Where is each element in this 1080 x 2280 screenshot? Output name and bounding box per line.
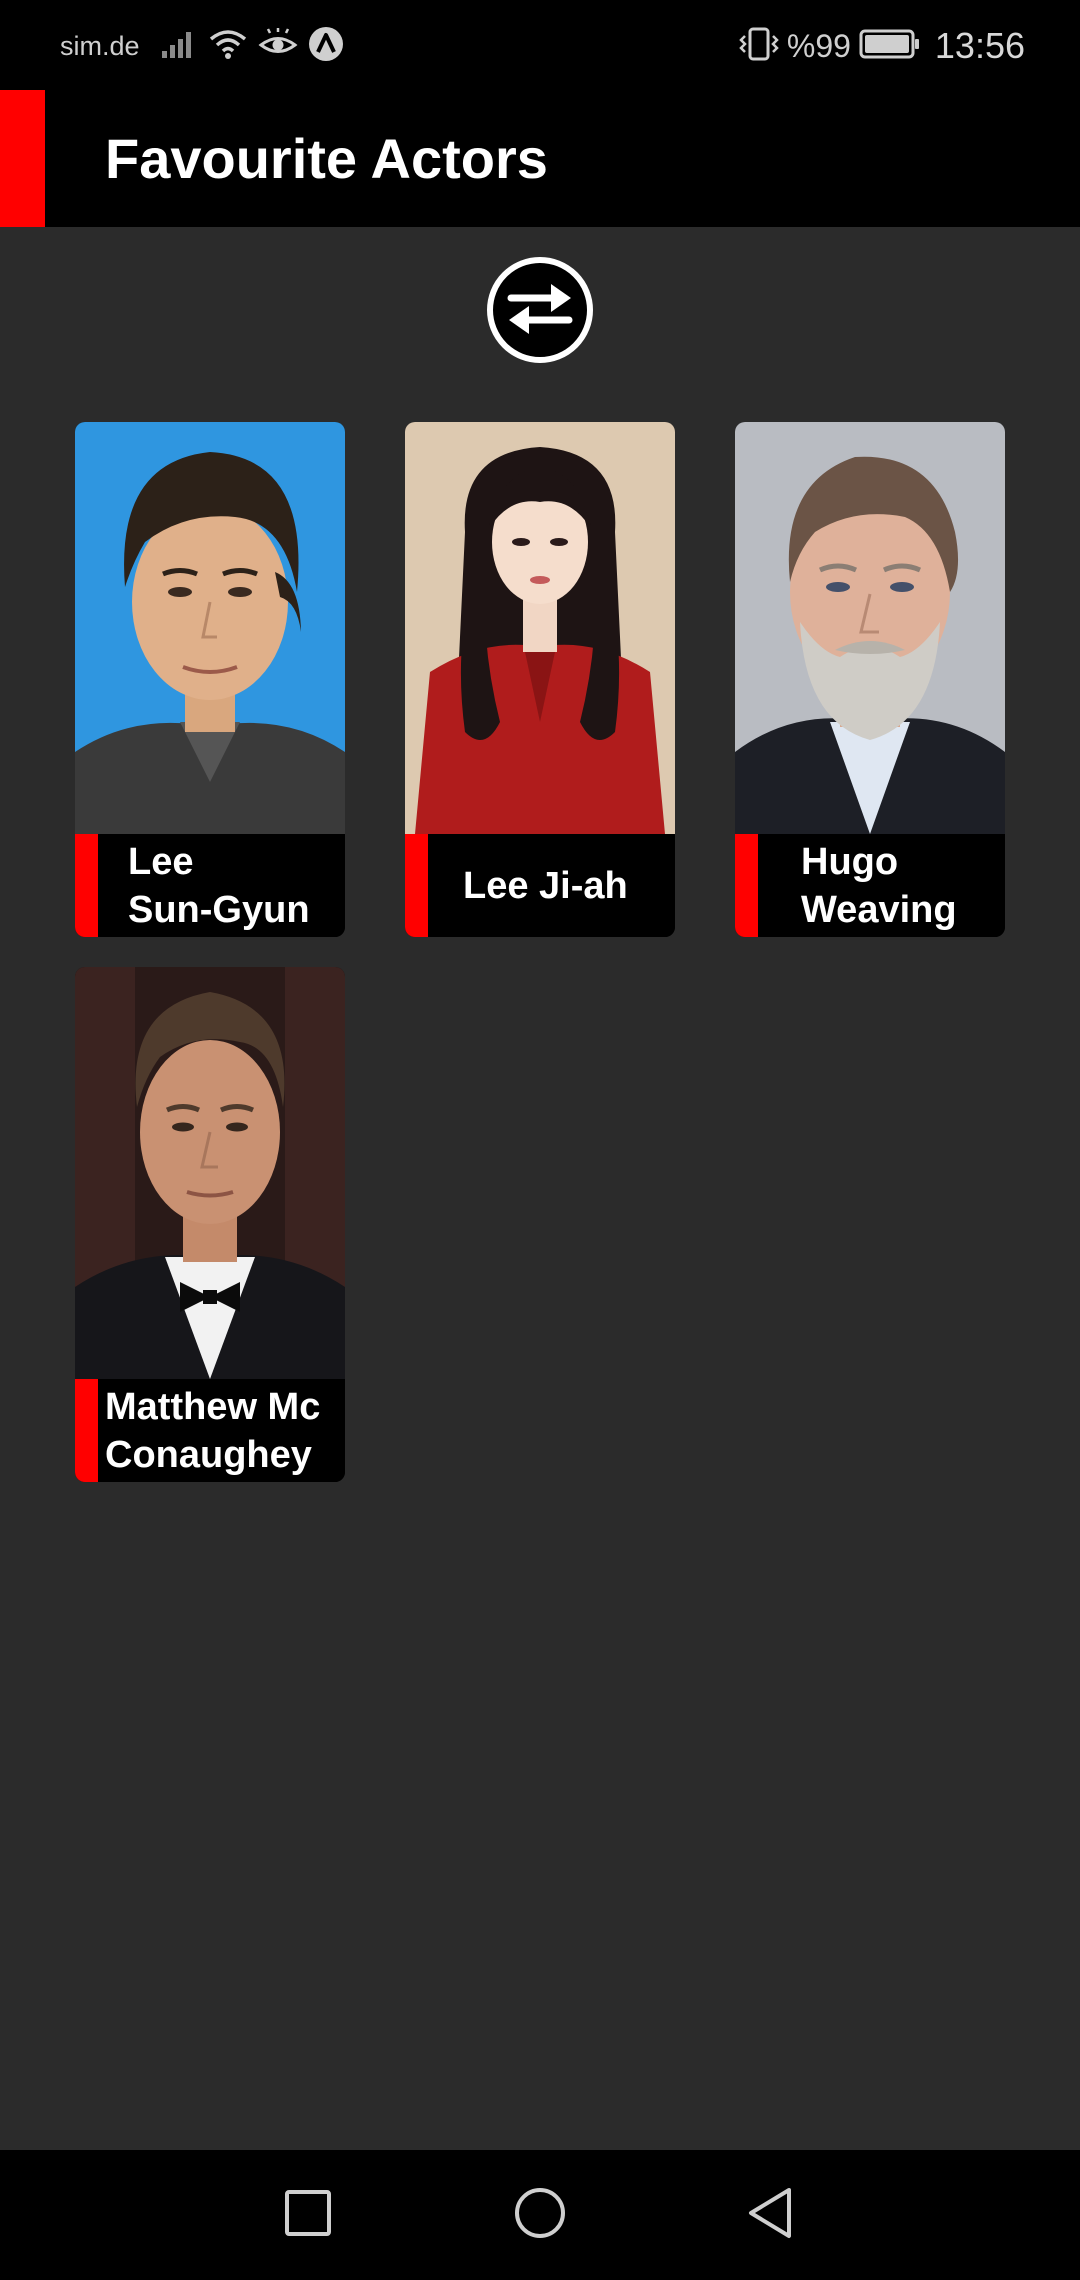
actor-name-line2: Weaving — [801, 888, 957, 931]
app-bar-accent — [0, 90, 45, 227]
battery-percent: %99 — [786, 27, 851, 64]
actor-name: Hugo Weaving — [801, 834, 957, 937]
actor-card-matthew-mcconaughey[interactable]: Matthew Mc Conaughey — [75, 967, 345, 1482]
recents-square-icon — [283, 2188, 333, 2243]
eye-comfort-icon — [258, 27, 298, 65]
recents-button[interactable] — [263, 2170, 353, 2260]
actor-name-line1: Matthew Mc — [105, 1385, 321, 1428]
actor-card-hugo-weaving[interactable]: Hugo Weaving — [735, 422, 1005, 937]
system-nav-bar — [0, 2150, 1080, 2280]
actor-photo — [405, 422, 675, 834]
battery-icon — [859, 28, 921, 65]
actor-label: Lee Sun-Gyun — [75, 834, 345, 937]
actor-accent — [75, 1379, 98, 1482]
actor-label: Hugo Weaving — [735, 834, 1005, 937]
vibrate-icon — [737, 26, 781, 67]
status-left: sim.de — [60, 26, 354, 66]
actor-photo — [75, 967, 345, 1379]
clock: 13:56 — [934, 25, 1025, 66]
actor-label: Lee Ji-ah — [405, 834, 675, 937]
actor-card-lee-ji-ah[interactable]: Lee Ji-ah — [405, 422, 675, 937]
swap-button[interactable] — [487, 257, 593, 363]
carrier-label: sim.de — [60, 30, 140, 61]
app-screen: sim.de %99 13:56 Favourite Actors Lee Su… — [0, 0, 1080, 2280]
actor-name: Lee Ji-ah — [463, 834, 628, 937]
home-button[interactable] — [495, 2170, 585, 2260]
app-bar: Favourite Actors — [0, 90, 1080, 227]
wifi-icon — [208, 28, 248, 65]
back-button[interactable] — [725, 2170, 815, 2260]
home-circle-icon — [513, 2186, 567, 2245]
actor-name-line1: Lee Ji-ah — [463, 864, 628, 907]
actor-photo — [75, 422, 345, 834]
actor-name-line1: Hugo — [801, 840, 899, 883]
actor-name-line2: Sun-Gyun — [128, 888, 310, 931]
signal-icon — [160, 29, 198, 64]
actor-card-lee-sun-gyun[interactable]: Lee Sun-Gyun — [75, 422, 345, 937]
actor-name-line1: Lee — [128, 840, 194, 883]
actor-accent — [405, 834, 428, 937]
actor-name-line2: Conaughey — [105, 1433, 312, 1476]
status-bar: sim.de %99 13:56 — [0, 0, 1080, 90]
actor-accent — [735, 834, 758, 937]
actor-accent — [75, 834, 98, 937]
app-notification-icon — [308, 26, 344, 67]
status-right: %99 13:56 — [737, 22, 1025, 70]
back-triangle-icon — [745, 2186, 795, 2245]
page-title: Favourite Actors — [105, 127, 548, 190]
actor-photo — [735, 422, 1005, 834]
actor-name: Lee Sun-Gyun — [128, 834, 310, 937]
actor-name: Matthew Mc Conaughey — [105, 1379, 320, 1482]
swap-arrows-icon — [507, 280, 573, 341]
actor-label: Matthew Mc Conaughey — [75, 1379, 345, 1482]
